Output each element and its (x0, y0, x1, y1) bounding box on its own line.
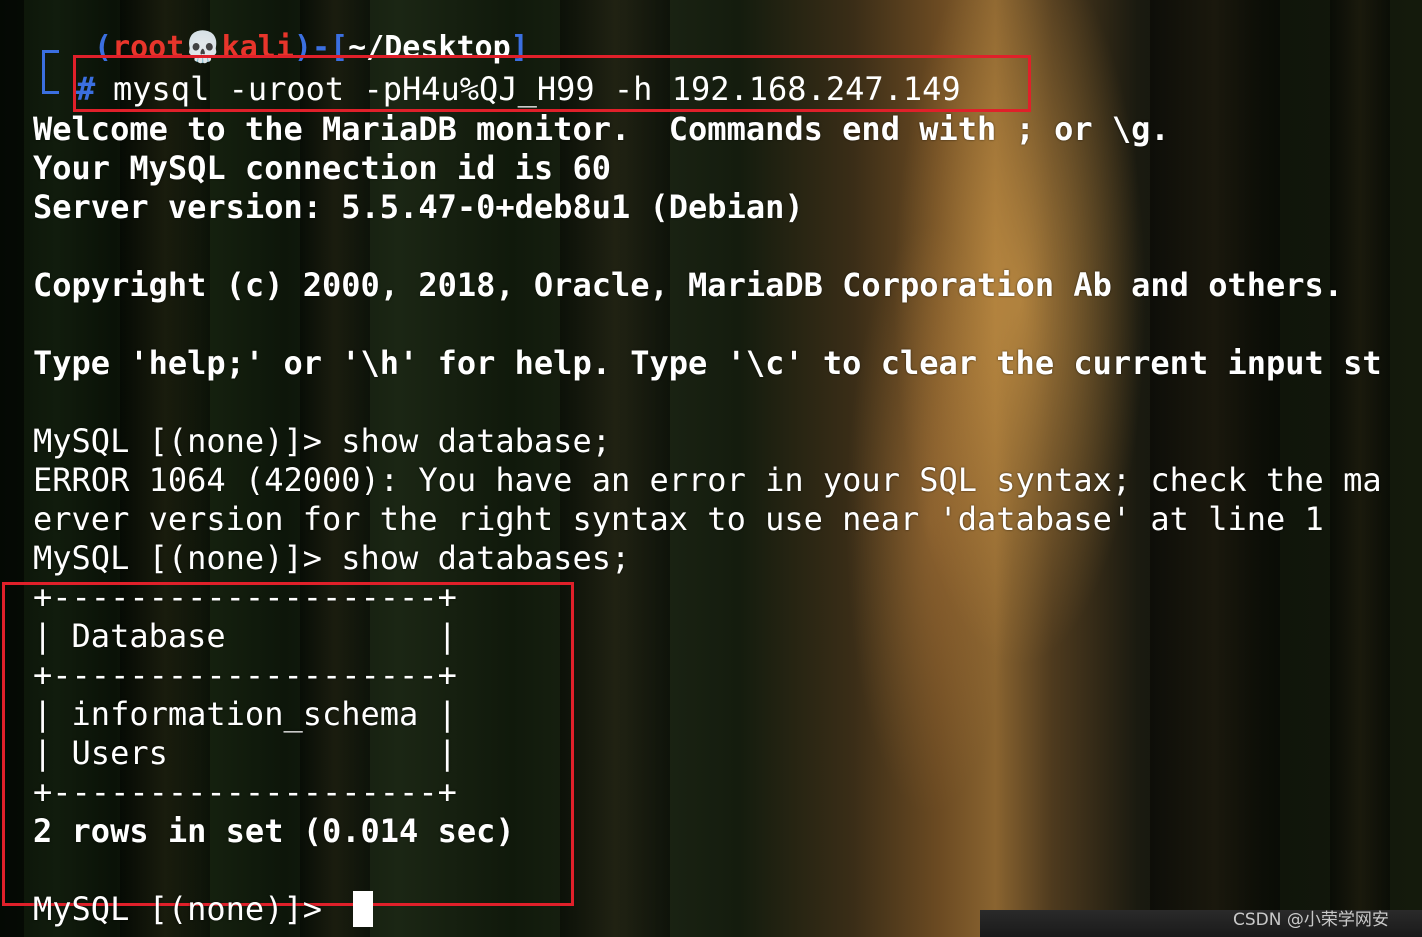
terminal-cursor[interactable] (353, 891, 373, 927)
watermark: CSDN @小荣学网安 (1233, 910, 1389, 930)
show-databases-command: MySQL [(none)]> show databases; (33, 539, 631, 577)
connection-id-line: Your MySQL connection id is 60 (33, 149, 611, 187)
error-line-1: ERROR 1064 (42000): You have an error in… (33, 461, 1382, 499)
error-line-2: erver version for the right syntax to us… (33, 500, 1324, 538)
copyright-line: Copyright (c) 2000, 2018, Oracle, MariaD… (33, 266, 1344, 304)
terminal-window[interactable]: (root💀kali)-[~/Desktop] # mysql -uroot -… (0, 0, 1422, 937)
show-database-command: MySQL [(none)]> show database; (33, 422, 611, 460)
welcome-line: Welcome to the MariaDB monitor. Commands… (33, 110, 1170, 148)
help-line: Type 'help;' or '\h' for help. Type '\c'… (33, 344, 1382, 382)
result-highlight-box (2, 582, 574, 906)
command-highlight-box (73, 55, 1031, 112)
server-version-line: Server version: 5.5.47-0+deb8u1 (Debian) (33, 188, 804, 226)
final-prompt: MySQL [(none)]> (33, 890, 342, 928)
